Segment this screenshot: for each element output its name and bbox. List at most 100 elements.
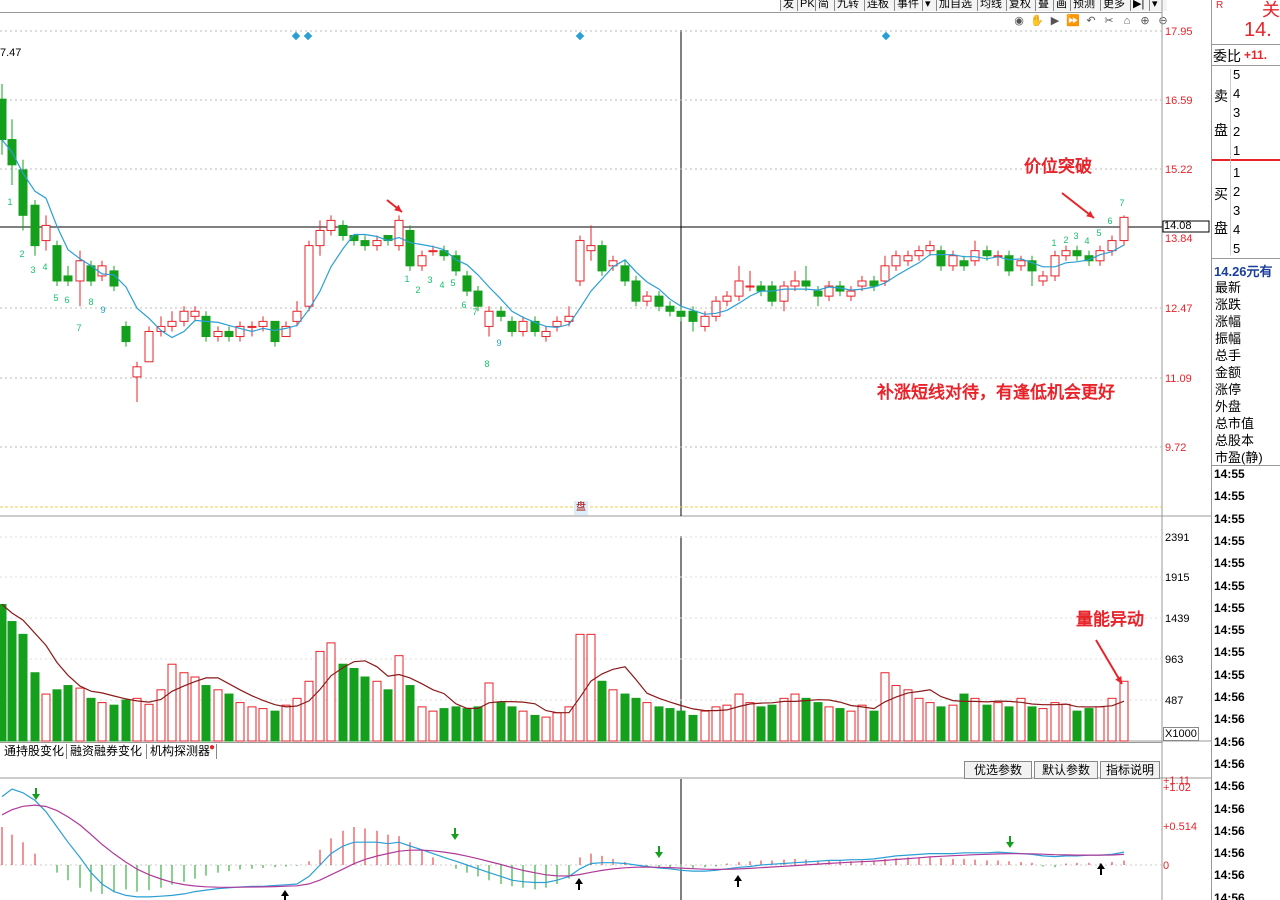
volume-tick: 963 <box>1165 654 1183 666</box>
cursor-date-box: 盘 <box>574 501 588 515</box>
candle-body <box>722 295 732 302</box>
optimize-params-button[interactable]: 优选参数 <box>964 761 1032 779</box>
stat-label: 市盈(静) <box>1215 450 1263 465</box>
volume-bar <box>1119 680 1129 742</box>
candle-body <box>360 240 370 247</box>
volume-bar <box>846 710 856 742</box>
candle-body <box>190 310 200 317</box>
volume-tick: 1915 <box>1165 572 1189 584</box>
volume-bar <box>405 685 415 742</box>
volume-bar <box>711 706 721 742</box>
price-axis: 17.95 16.59 15.22 13.84 12.47 11.09 9.72 <box>1162 26 1210 454</box>
price-top-label: 7.47 <box>0 47 22 59</box>
price-tick: 13.84 <box>1165 233 1193 245</box>
candle-body <box>428 250 438 253</box>
candle-body <box>970 250 980 262</box>
nine-turn-count: 3 <box>427 275 432 285</box>
volume-bar <box>41 693 51 742</box>
volume-bar <box>235 702 245 742</box>
candle-body <box>857 280 867 287</box>
signal-diamond <box>575 31 585 41</box>
volume-bar <box>213 689 223 742</box>
volume-bar <box>891 685 901 742</box>
volume-bar <box>700 710 710 742</box>
volume-bar <box>676 710 686 742</box>
volume-bar <box>665 708 675 742</box>
trade-time: 14:55 <box>1214 511 1245 526</box>
nine-turn-count: 8 <box>88 297 93 307</box>
trade-time: 14:55 <box>1214 489 1245 504</box>
nine-turn-count: 7 <box>76 323 81 333</box>
candle-body <box>801 280 811 287</box>
nine-turn-count: 6 <box>64 295 69 305</box>
candle-body <box>304 245 314 307</box>
tab-margin-change[interactable]: 融资融券变化 <box>66 744 147 759</box>
volume-bar <box>541 716 551 742</box>
annotation-strategy: 补涨短线对待，有逢低机会更好 <box>877 383 1115 402</box>
volume-bar <box>428 710 438 742</box>
candle-body <box>372 240 382 247</box>
trade-time: 14:55 <box>1214 623 1245 638</box>
candle-body <box>982 250 992 257</box>
sell-level: 2 <box>1233 124 1241 139</box>
nine-turn-count: 4 <box>1084 236 1089 246</box>
trade-time: 14:56 <box>1214 779 1245 794</box>
candle-body <box>41 224 51 242</box>
volume-bar <box>970 697 980 742</box>
nine-turn-count: 7 <box>472 307 477 317</box>
volume-bar <box>144 703 154 742</box>
volume-bar <box>835 708 845 742</box>
indicator-help-button[interactable]: 指标说明 <box>1100 761 1160 779</box>
volume-bar <box>1084 708 1094 742</box>
nine-turn-count: 1 <box>1051 238 1056 248</box>
volume-bar <box>530 714 540 742</box>
volume-bars <box>0 603 1129 742</box>
trade-time: 14:56 <box>1214 734 1245 749</box>
nine-turn-count: 6 <box>1107 216 1112 226</box>
volume-unit: X1000 <box>1163 727 1199 741</box>
volume-tick: 2391 <box>1165 532 1189 544</box>
volume-bar <box>586 633 596 742</box>
volume-bar <box>642 702 652 742</box>
current-price-label: 14.08 <box>1164 220 1192 232</box>
candle-body <box>779 285 789 302</box>
candle-body <box>903 255 913 262</box>
trade-time: 14:55 <box>1214 600 1245 615</box>
volume-bar <box>360 676 370 742</box>
tab-institution-detector[interactable]: 机构探测器 <box>146 744 217 759</box>
volume-bar <box>948 704 958 742</box>
volume-bar <box>756 706 766 742</box>
volume-bar <box>326 642 336 742</box>
volume-bar <box>507 706 517 742</box>
volume-bar <box>7 621 17 742</box>
candle-body <box>201 315 211 338</box>
volume-bar <box>1072 710 1082 742</box>
candle-body <box>292 310 302 322</box>
buy-level: 2 <box>1233 184 1241 199</box>
sell-label-2: 盘 <box>1214 122 1228 138</box>
default-params-button[interactable]: 默认参数 <box>1034 761 1098 779</box>
trade-time: 14:55 <box>1214 556 1245 571</box>
candle-body <box>541 330 551 338</box>
sell-level: 3 <box>1233 105 1241 120</box>
nine-turn-count: 9 <box>496 338 501 348</box>
candle-body <box>121 325 131 343</box>
volume-bar <box>518 710 528 742</box>
buy-level: 3 <box>1233 203 1241 218</box>
candle-body <box>790 280 800 287</box>
volume-bar <box>0 603 7 742</box>
volume-bar <box>179 672 189 742</box>
volume-bar <box>1061 703 1071 742</box>
volume-bar <box>1027 706 1037 742</box>
trade-time: 14:55 <box>1214 667 1245 682</box>
tab-holding-change[interactable]: 通持股变化 <box>0 744 67 759</box>
trade-time: 14:56 <box>1214 890 1245 900</box>
trade-time: 14:56 <box>1214 801 1245 816</box>
volume-bar <box>575 633 585 742</box>
signal-diamond <box>303 31 313 41</box>
candle-body <box>676 310 686 317</box>
candle-body <box>1016 260 1026 267</box>
candle-body <box>417 255 427 267</box>
candle-body <box>575 240 585 282</box>
macd-tick: +1.02 <box>1163 782 1191 794</box>
